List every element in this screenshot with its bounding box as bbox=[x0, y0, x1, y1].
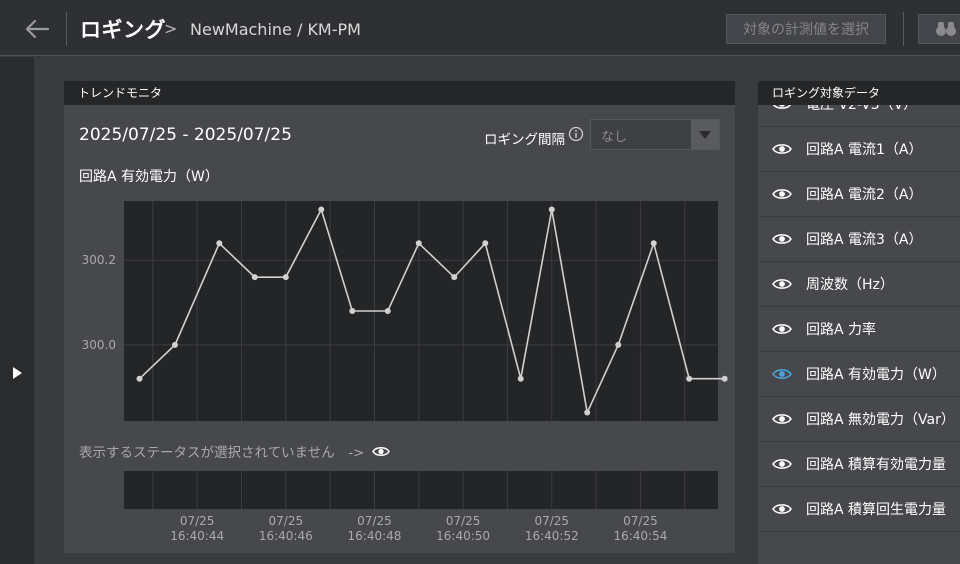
target-item[interactable]: 回路A 力率 bbox=[758, 307, 960, 352]
target-item[interactable]: 回路A 積算有効電力量 bbox=[758, 442, 960, 487]
target-list-items: 電圧 V2-V3（V） 回路A 電流1（A） 回路A 電流2（A） 回路A 電流3（A… bbox=[758, 105, 960, 532]
logging-screen: ロギング > NewMachine / KM-PM 対象の計測値を選択 トレンド… bbox=[0, 0, 960, 564]
data-point bbox=[548, 206, 555, 213]
x-tick-date: 07/25 bbox=[269, 514, 304, 528]
plot-area bbox=[124, 201, 718, 421]
trend-chart: 300.2300.007/2516:40:4407/2516:40:4607/2… bbox=[82, 201, 728, 543]
data-point bbox=[615, 341, 622, 348]
back-arrow-icon bbox=[25, 19, 50, 39]
data-point bbox=[721, 375, 728, 382]
x-tick-date: 07/25 bbox=[446, 514, 481, 528]
target-item[interactable]: 周波数（Hz） bbox=[758, 262, 960, 307]
data-point bbox=[584, 409, 591, 416]
status-message-text: 表示するステータスが選択されていません -> bbox=[79, 445, 365, 461]
target-list[interactable]: 電圧 V2-V3（V） 回路A 電流1（A） 回路A 電流2（A） 回路A 電流3（A… bbox=[758, 105, 960, 564]
target-item[interactable]: 回路A 無効電力（Var） bbox=[758, 397, 960, 442]
target-item-label: 回路A 積算有効電力量 bbox=[806, 457, 947, 473]
y-tick-label: 300.2 bbox=[82, 253, 116, 267]
x-tick-time: 16:40:48 bbox=[348, 529, 402, 543]
breadcrumb-chevron-icon: > bbox=[164, 19, 178, 38]
x-tick-time: 16:40:44 bbox=[170, 529, 224, 543]
eye-icon[interactable] bbox=[772, 142, 792, 156]
status-strip bbox=[124, 471, 718, 509]
data-point bbox=[384, 308, 391, 314]
x-tick-date: 07/25 bbox=[180, 514, 215, 528]
target-item[interactable]: 回路A 電流3（A） bbox=[758, 217, 960, 262]
eye-icon[interactable] bbox=[772, 412, 792, 426]
target-item[interactable]: 電圧 V2-V3（V） bbox=[758, 105, 960, 127]
eye-icon[interactable] bbox=[772, 277, 792, 291]
binoculars-icon bbox=[936, 22, 956, 36]
header-divider-right bbox=[903, 12, 904, 46]
select-target-button[interactable]: 対象の計測値を選択 bbox=[726, 14, 886, 44]
target-item-label: 回路A 電流1（A） bbox=[806, 142, 923, 158]
back-button[interactable] bbox=[22, 14, 52, 44]
side-panel-toggle[interactable] bbox=[0, 57, 34, 564]
eye-icon[interactable] bbox=[772, 322, 792, 336]
trend-monitor-panel: トレンドモニタ 2025/07/25 - 2025/07/25 ロギング間隔 な… bbox=[64, 81, 735, 553]
eye-icon[interactable] bbox=[372, 445, 391, 458]
x-tick-time: 16:40:52 bbox=[525, 529, 579, 543]
target-item[interactable]: 回路A 積算回生電力量 bbox=[758, 487, 960, 532]
data-point bbox=[686, 375, 693, 382]
target-item-label: 回路A 力率 bbox=[806, 322, 877, 338]
data-point bbox=[282, 274, 289, 281]
target-item[interactable]: 回路A 有効電力（W） bbox=[758, 352, 960, 397]
breadcrumb: NewMachine / KM-PM bbox=[190, 20, 361, 39]
data-point bbox=[251, 274, 258, 281]
eye-icon[interactable] bbox=[772, 502, 792, 516]
top-header: ロギング > NewMachine / KM-PM 対象の計測値を選択 bbox=[0, 0, 960, 56]
data-point bbox=[136, 375, 143, 382]
x-tick-time: 16:40:46 bbox=[259, 529, 313, 543]
x-tick-date: 07/25 bbox=[623, 514, 658, 528]
target-item-label: 回路A 電流3（A） bbox=[806, 232, 923, 248]
eye-icon[interactable] bbox=[772, 457, 792, 471]
data-point bbox=[415, 240, 422, 247]
x-tick-date: 07/25 bbox=[357, 514, 392, 528]
target-item-label: 回路A 積算回生電力量 bbox=[806, 502, 947, 518]
target-item-label: 回路A 無効電力（Var） bbox=[806, 412, 955, 428]
data-point bbox=[349, 308, 356, 314]
data-point bbox=[318, 206, 325, 213]
target-item-label: 周波数（Hz） bbox=[806, 277, 894, 293]
status-message: 表示するステータスが選択されていません -> bbox=[79, 441, 391, 461]
page-title: ロギング bbox=[80, 18, 166, 42]
y-tick-label: 300.0 bbox=[82, 338, 116, 352]
x-tick-time: 16:40:50 bbox=[436, 529, 490, 543]
data-point bbox=[482, 240, 489, 247]
data-point bbox=[650, 240, 657, 247]
target-item-label: 電圧 V2-V3（V） bbox=[806, 105, 918, 113]
eye-icon[interactable] bbox=[772, 367, 792, 381]
target-item[interactable]: 回路A 電流2（A） bbox=[758, 172, 960, 217]
eye-icon[interactable] bbox=[772, 232, 792, 246]
data-point bbox=[517, 375, 524, 382]
binoculars-button[interactable] bbox=[918, 14, 960, 44]
target-panel-title: ロギング対象データ bbox=[758, 81, 960, 105]
eye-icon[interactable] bbox=[772, 187, 792, 201]
data-point bbox=[451, 274, 458, 281]
expand-arrow-icon bbox=[13, 367, 22, 379]
target-item-label: 回路A 電流2（A） bbox=[806, 187, 923, 203]
header-divider bbox=[66, 12, 67, 46]
logging-target-panel: ロギング対象データ 電圧 V2-V3（V） 回路A 電流1（A） 回路A 電流2（A… bbox=[758, 81, 960, 564]
target-item[interactable]: 回路A 電流1（A） bbox=[758, 127, 960, 172]
data-point bbox=[216, 240, 223, 247]
eye-icon[interactable] bbox=[772, 105, 792, 111]
x-tick-date: 07/25 bbox=[534, 514, 569, 528]
target-item-label: 回路A 有効電力（W） bbox=[806, 367, 946, 383]
data-point bbox=[171, 341, 178, 348]
x-tick-time: 16:40:54 bbox=[613, 529, 667, 543]
